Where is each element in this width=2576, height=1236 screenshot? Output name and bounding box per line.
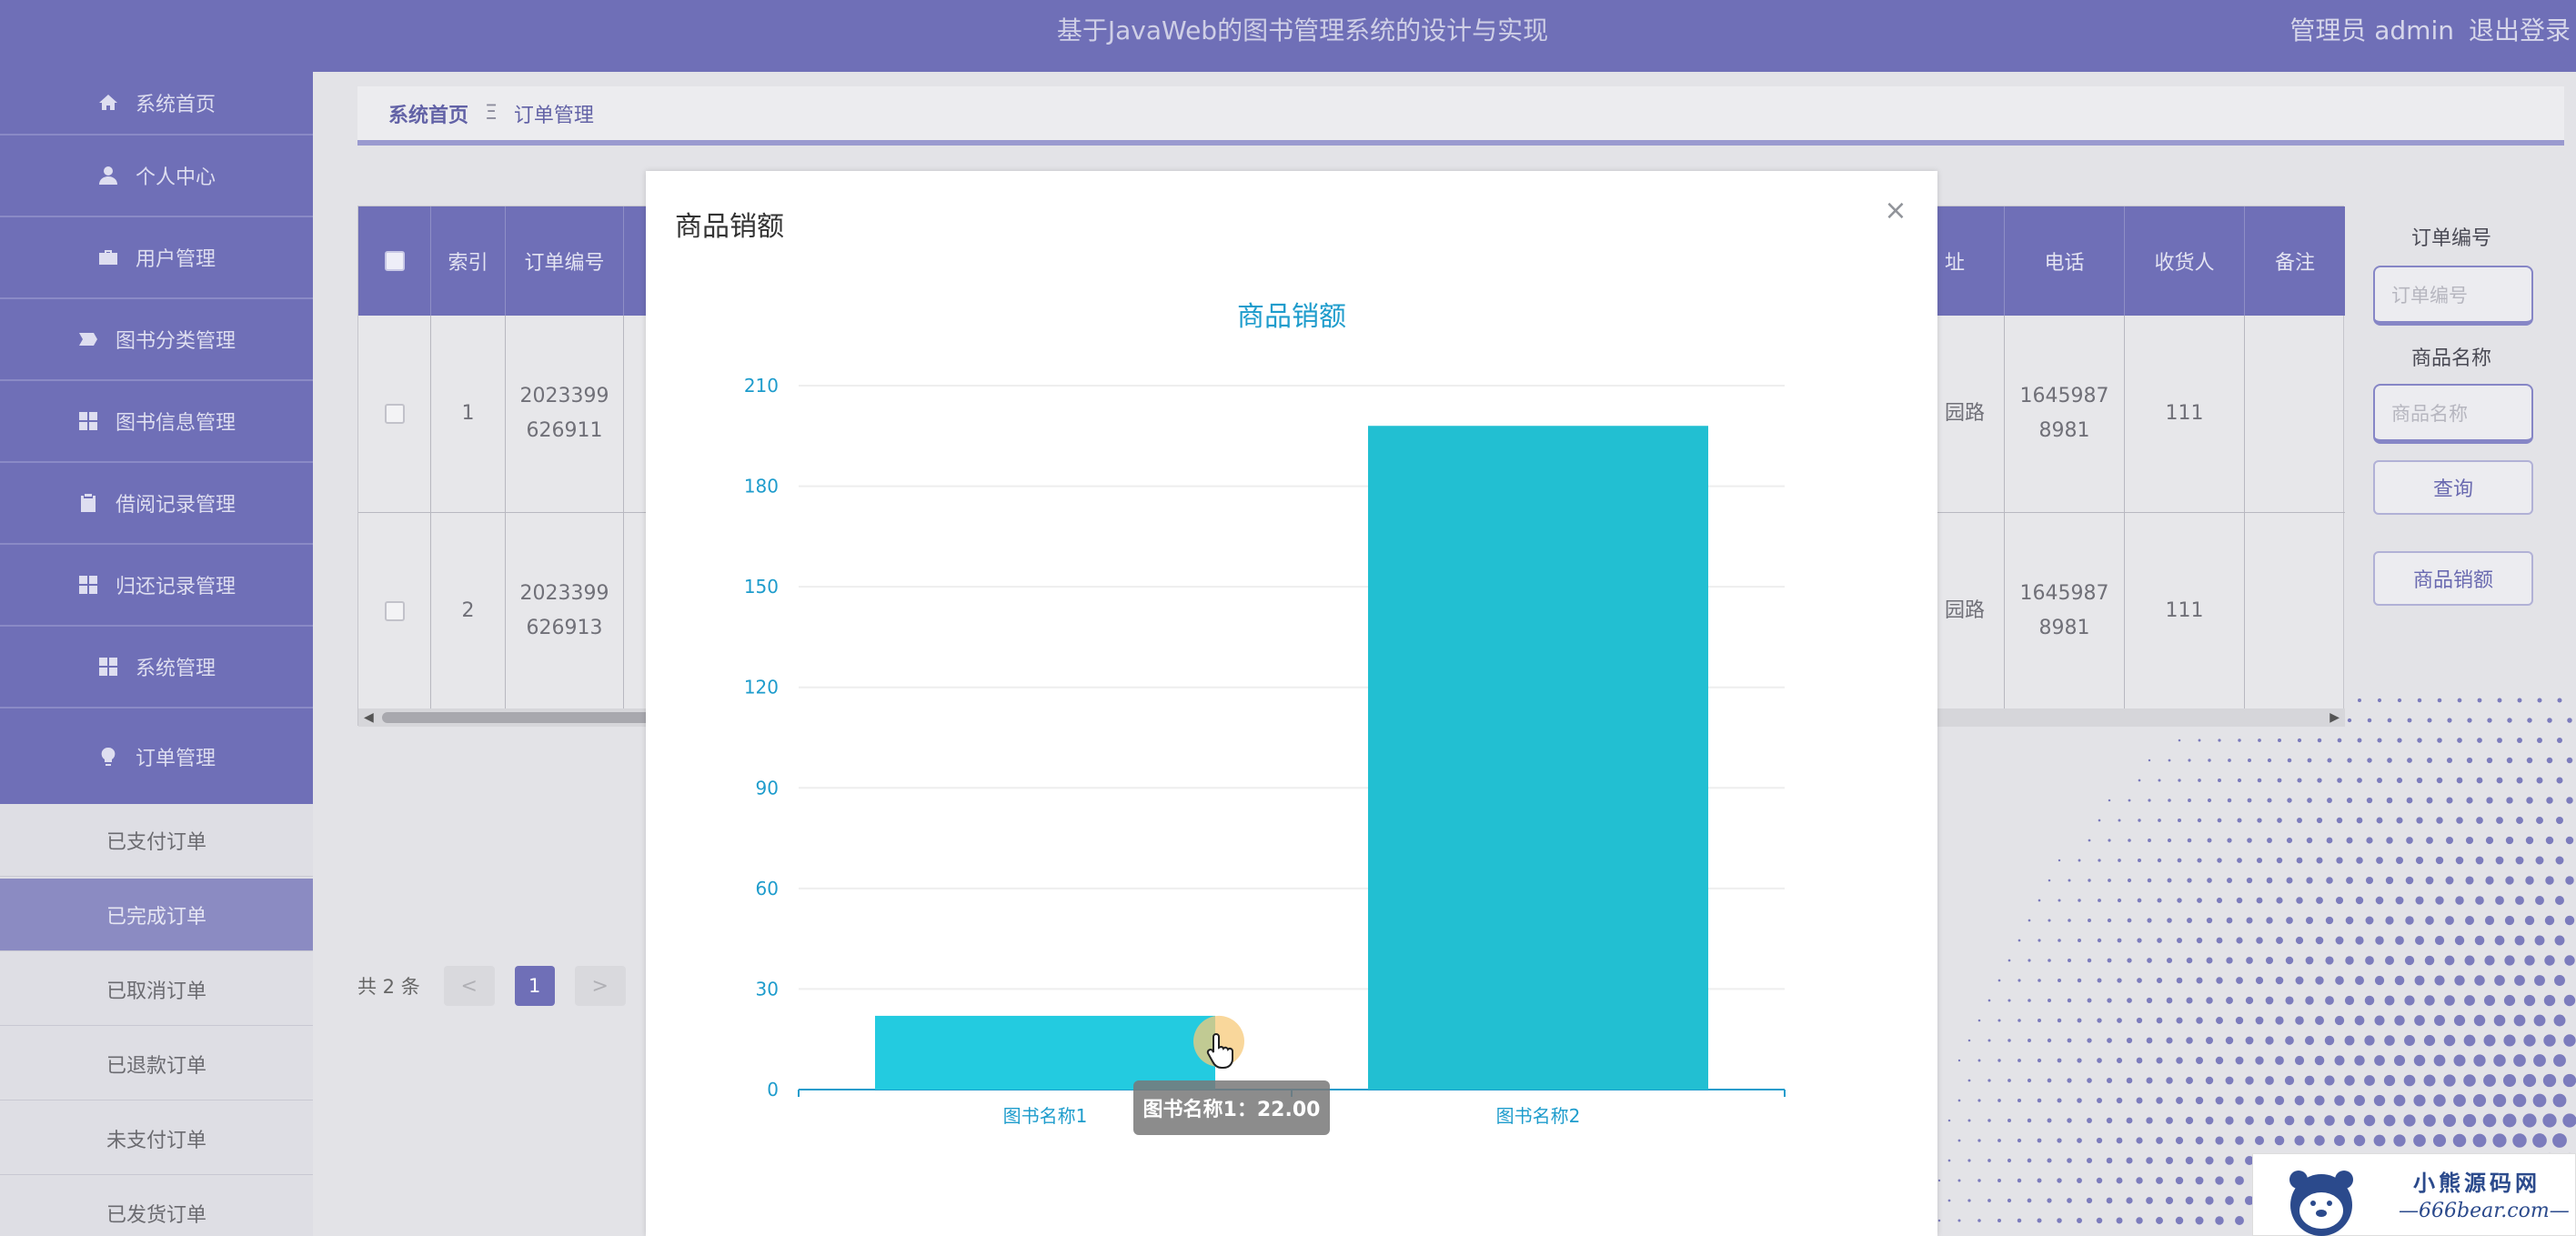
watermark-logo: 小熊源码网 —666bear.com—: [2252, 1153, 2576, 1236]
x-tick-label: 图书名称2: [1496, 1105, 1581, 1127]
hand-cursor-icon: [1206, 1033, 1233, 1069]
y-tick-label: 150: [744, 576, 779, 598]
bear-logo-icon: [2289, 1171, 2353, 1236]
y-tick-label: 120: [744, 677, 779, 698]
bar: [875, 1015, 1215, 1090]
chart-tooltip: 图书名称1：22.00: [1133, 1080, 1330, 1135]
sales-bar-chart: 商品销额 0 30 60 90 120 150 180 210 图书名称1 图书名称2: [744, 301, 1786, 1127]
x-tick-label: 图书名称1: [1003, 1105, 1088, 1127]
y-tick-label: 90: [756, 777, 779, 799]
y-tick-label: 30: [756, 978, 779, 1000]
y-tick-label: 0: [767, 1079, 779, 1100]
watermark-name: 小熊源码网: [2413, 1170, 2541, 1196]
y-tick-label: 210: [744, 375, 779, 397]
sales-modal: 商品销额 × 商品销额 0 30 60 90 120 150 180 210 图书名称1 图书名称2…: [646, 171, 1937, 1236]
bar: [1368, 426, 1708, 1090]
y-tick-label: 180: [744, 476, 779, 497]
watermark-url: —666bear.com—: [2399, 1200, 2570, 1222]
page: 基于JavaWeb的图书管理系统的设计与实现 管理员 admin 退出登录 系统…: [0, 0, 2576, 1236]
y-tick-label: 60: [756, 878, 779, 899]
chart-title: 商品销额: [1237, 301, 1346, 333]
